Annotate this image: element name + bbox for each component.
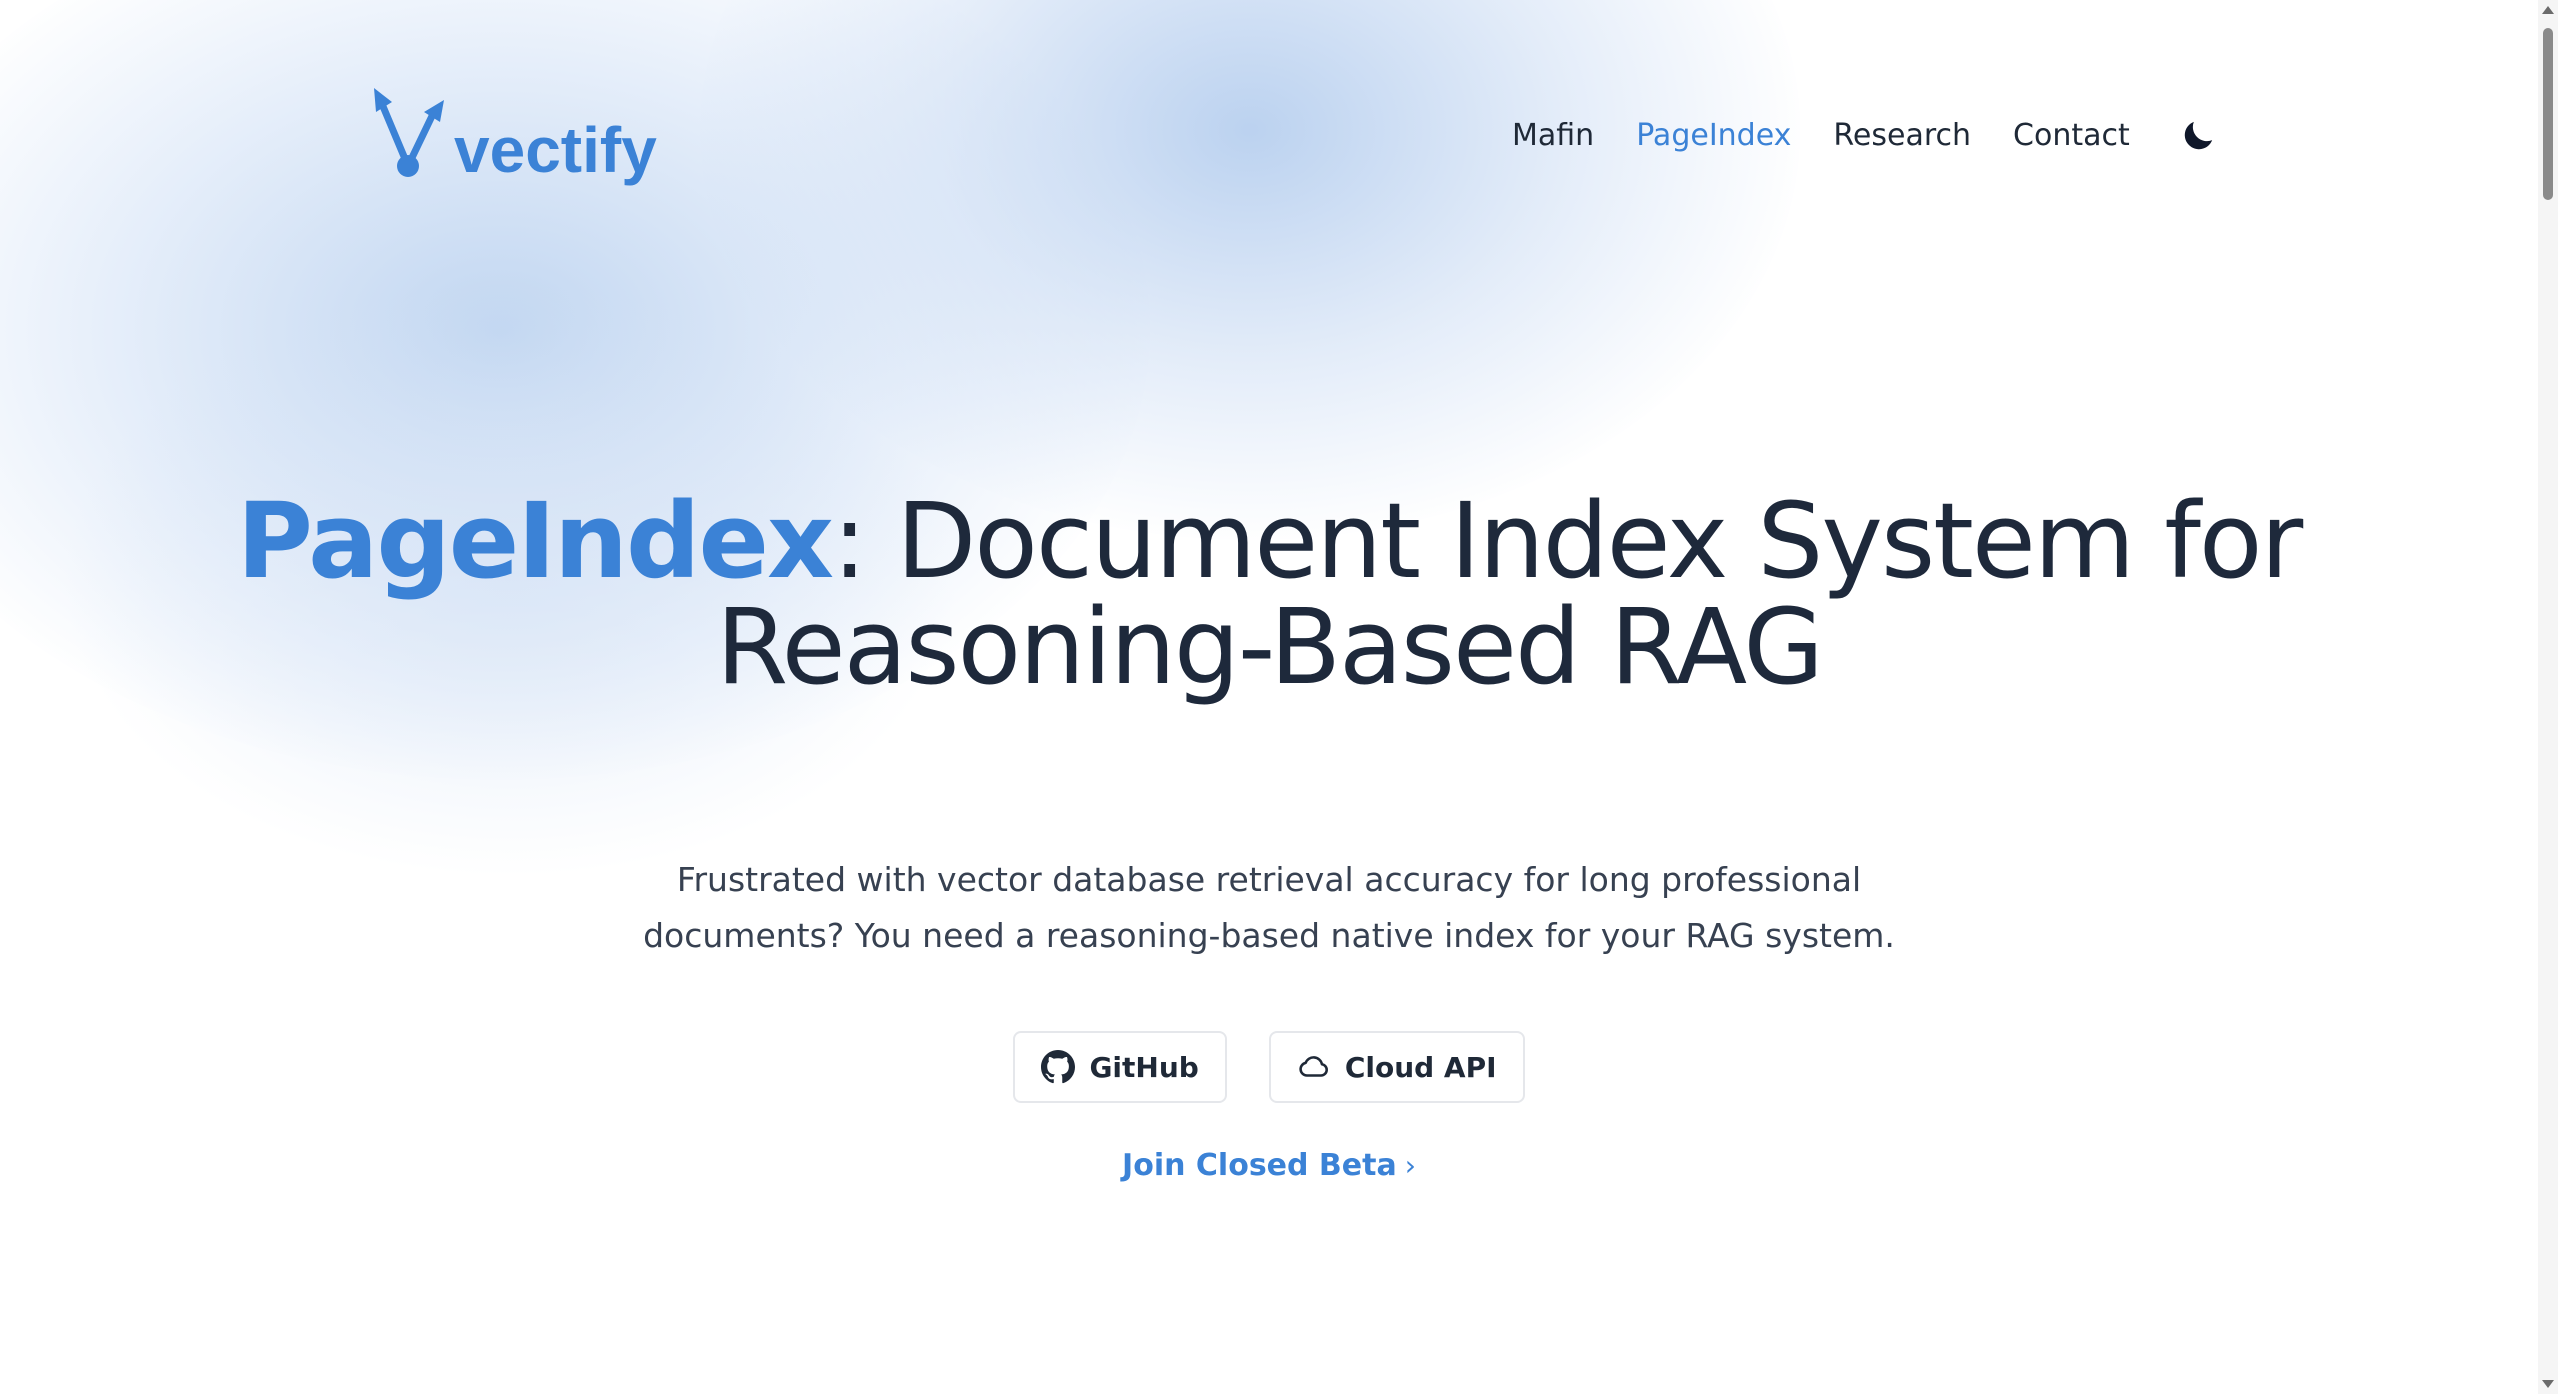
hero-buttons: GitHub Cloud API — [0, 1031, 2538, 1103]
theme-toggle-button[interactable] — [2176, 114, 2220, 158]
title-brand: PageIndex — [236, 480, 834, 602]
nav-item-research[interactable]: Research — [1833, 112, 1971, 160]
nav-item-contact[interactable]: Contact — [2013, 112, 2130, 160]
join-closed-beta-label: Join Closed Beta — [1122, 1148, 1397, 1183]
nav-item-pageindex[interactable]: PageIndex — [1636, 112, 1791, 160]
subtitle-line: documents? You need a reasoning-based na… — [643, 916, 1895, 955]
chevron-right-icon: › — [1404, 1149, 1416, 1182]
github-button[interactable]: GitHub — [1013, 1031, 1227, 1103]
join-beta-link-wrapper: Join Closed Beta › — [0, 1148, 2538, 1183]
cloud-api-button-label: Cloud API — [1344, 1050, 1497, 1084]
main-nav: Mafin PageIndex Research Contact — [1512, 112, 2220, 160]
scroll-down-arrow-icon[interactable] — [2542, 1380, 2554, 1388]
page: vectify Mafin PageIndex Research Contact… — [0, 0, 2558, 1394]
hero-subtitle: Frustrated with vector database retrieva… — [0, 852, 2538, 964]
scrollbar[interactable] — [2538, 0, 2558, 1394]
nav-item-mafin[interactable]: Mafin — [1512, 112, 1594, 160]
github-icon — [1041, 1050, 1076, 1084]
moon-icon — [2184, 121, 2212, 150]
vectify-logo[interactable]: vectify — [370, 88, 657, 186]
join-closed-beta-link[interactable]: Join Closed Beta › — [1122, 1148, 1416, 1183]
background-glow — [700, 0, 1800, 540]
logo-text: vectify — [454, 114, 657, 186]
page-title: PageIndex: Document Index System for Rea… — [0, 488, 2538, 700]
subtitle-line: Frustrated with vector database retrieva… — [676, 860, 1862, 899]
scroll-thumb[interactable] — [2543, 28, 2553, 200]
github-button-label: GitHub — [1089, 1050, 1199, 1084]
logo-mark-icon — [374, 88, 444, 177]
title-rest: : Document Index System for Reasoning-Ba… — [716, 480, 2303, 708]
cloud-api-button[interactable]: Cloud API — [1268, 1031, 1525, 1103]
scroll-up-arrow-icon[interactable] — [2542, 6, 2554, 14]
cloud-icon — [1297, 1050, 1331, 1084]
